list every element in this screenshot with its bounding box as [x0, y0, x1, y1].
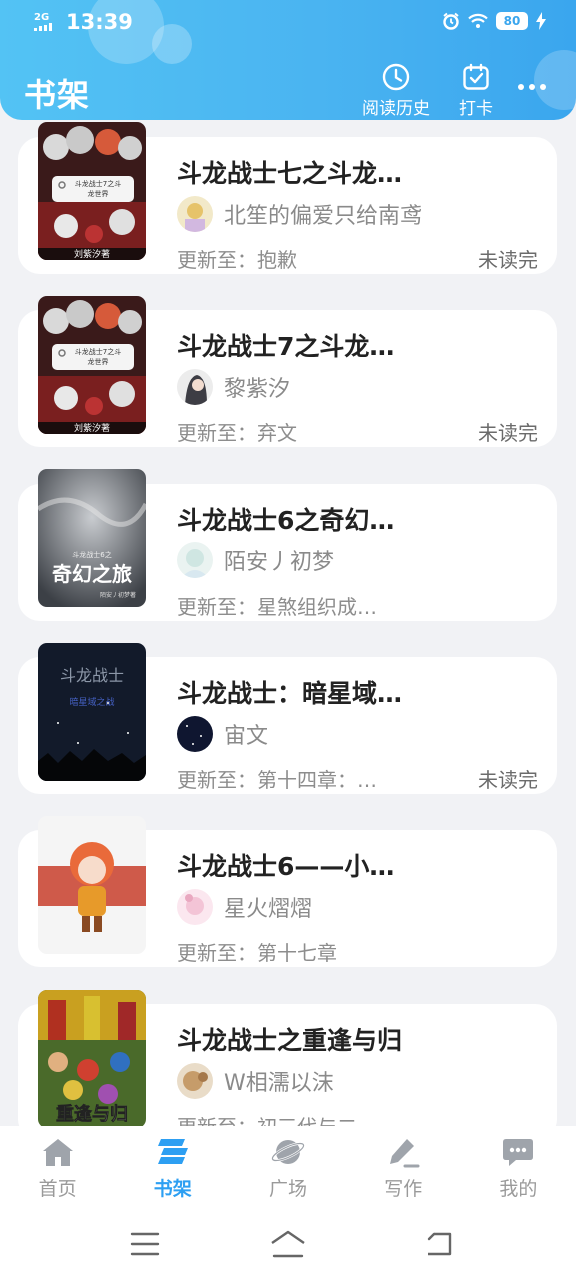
- author-name: 星火熠熠: [224, 897, 313, 922]
- book-cover[interactable]: 重逢与归: [38, 990, 146, 1126]
- svg-text:斗龙战士7之斗: 斗龙战士7之斗: [75, 179, 121, 188]
- tab-bookshelf[interactable]: 书架: [115, 1126, 230, 1208]
- author-avatar: [177, 369, 213, 405]
- home-nav-icon[interactable]: [270, 1230, 306, 1258]
- tab-label: 广场: [269, 1178, 308, 1200]
- book-author[interactable]: 黎紫汐: [177, 369, 290, 405]
- system-nav-bar: [0, 1208, 576, 1280]
- update-status: 更新至：星煞组织成…: [177, 595, 377, 619]
- svg-text:重逢与归: 重逢与归: [56, 1103, 128, 1125]
- tab-mine[interactable]: 我的: [461, 1126, 576, 1208]
- author-name: 黎紫汐: [224, 377, 291, 402]
- wifi-icon: [468, 13, 488, 28]
- more-options-button[interactable]: [518, 84, 546, 90]
- update-status: 更新至：初三代与二…: [177, 1111, 377, 1126]
- unread-badge: 未读完: [478, 768, 538, 792]
- book-cover[interactable]: 斗龙战士7之斗 龙世界 刘紫汐著: [38, 296, 146, 434]
- svg-text:斗龙战士7之斗: 斗龙战士7之斗: [75, 347, 121, 356]
- author-name: 北笙的偏爱只给南鸢: [224, 204, 423, 229]
- svg-text:龙世界: 龙世界: [88, 189, 109, 198]
- author-name: 陌安丿初梦: [224, 550, 335, 575]
- battery-indicator: 80: [496, 12, 528, 30]
- svg-text:暗星域之战: 暗星域之战: [69, 696, 114, 708]
- update-status: 更新至：第十七章: [177, 941, 337, 965]
- page-title: 书架: [24, 76, 91, 114]
- svg-text:陌安丿初梦著: 陌安丿初梦著: [100, 591, 136, 599]
- book-cover[interactable]: [38, 816, 146, 954]
- network-type: 2G: [34, 12, 50, 23]
- alarm-icon: [443, 12, 459, 30]
- menu-icon[interactable]: [130, 1230, 160, 1258]
- author-avatar: [177, 196, 213, 232]
- update-status: 更新至：抱歉: [177, 248, 297, 272]
- author-avatar: [177, 542, 213, 578]
- bottom-tab-bar: 首页 书架 广场 写作 我的: [0, 1126, 576, 1208]
- home-icon: [42, 1139, 73, 1166]
- author-avatar: [177, 1063, 213, 1099]
- reading-history-label: 阅读历史: [362, 99, 430, 119]
- pen-icon: [390, 1139, 420, 1168]
- reading-history-button[interactable]: 阅读历史: [360, 62, 432, 119]
- author-name: 宙文: [224, 724, 269, 749]
- unread-badge: 未读完: [478, 248, 538, 272]
- author-avatar: [177, 716, 213, 752]
- book-title[interactable]: 斗龙战士6之奇幻…: [177, 501, 394, 537]
- update-status: 更新至：弃文: [177, 421, 297, 445]
- svg-text:奇幻之旅: 奇幻之旅: [52, 562, 132, 586]
- bookshelf-icon: [157, 1139, 188, 1164]
- checkin-label: 打卡: [459, 99, 493, 119]
- status-bar: 2G 13:39 80: [0, 0, 576, 44]
- book-cover[interactable]: 斗龙战士6之 奇幻之旅 陌安丿初梦著: [38, 469, 146, 607]
- chat-bubble-icon: [503, 1139, 534, 1166]
- book-title[interactable]: 斗龙战士七之斗龙…: [177, 154, 402, 190]
- svg-text:斗龙战士: 斗龙战士: [60, 666, 124, 685]
- svg-text:斗龙战士6之: 斗龙战士6之: [72, 550, 111, 559]
- checkin-button[interactable]: 打卡: [454, 62, 498, 119]
- author-avatar: [177, 889, 213, 925]
- signal-icon: [34, 23, 58, 31]
- back-icon[interactable]: [424, 1230, 454, 1258]
- book-title[interactable]: 斗龙战士之重逢与归: [177, 1021, 402, 1057]
- charging-icon: [536, 12, 546, 30]
- clock: 13:39: [66, 10, 133, 34]
- decor-bubble: [534, 50, 576, 110]
- planet-icon: [271, 1140, 305, 1164]
- tab-square[interactable]: 广场: [230, 1126, 345, 1208]
- app-header: 2G 13:39 80 书架 阅读历史 打卡: [0, 0, 576, 120]
- book-title[interactable]: 斗龙战士：暗星域…: [177, 674, 402, 710]
- tab-label: 我的: [499, 1178, 538, 1200]
- tab-write[interactable]: 写作: [346, 1126, 461, 1208]
- book-author[interactable]: 北笙的偏爱只给南鸢: [177, 196, 422, 232]
- author-name: W相濡以沫: [224, 1071, 334, 1096]
- tab-label: 首页: [38, 1178, 77, 1200]
- book-cover[interactable]: 斗龙战士7之斗 龙世界 刘紫汐著: [38, 122, 146, 260]
- tab-home[interactable]: 首页: [0, 1126, 115, 1208]
- book-author[interactable]: 陌安丿初梦: [177, 542, 334, 578]
- svg-text:龙世界: 龙世界: [88, 357, 109, 366]
- svg-text:刘紫汐著: 刘紫汐著: [74, 248, 110, 260]
- book-author[interactable]: 星火熠熠: [177, 889, 312, 925]
- book-title[interactable]: 斗龙战士6——小…: [177, 847, 394, 883]
- book-title[interactable]: 斗龙战士7之斗龙…: [177, 327, 394, 363]
- svg-text:刘紫汐著: 刘紫汐著: [74, 422, 110, 434]
- book-author[interactable]: 宙文: [177, 716, 268, 752]
- book-author[interactable]: W相濡以沫: [177, 1063, 334, 1099]
- unread-badge: 未读完: [478, 421, 538, 445]
- clock-icon: [382, 63, 410, 91]
- calendar-check-icon: [463, 63, 489, 90]
- tab-label: 写作: [384, 1178, 423, 1200]
- book-cover[interactable]: 斗龙战士 暗星域之战: [38, 643, 146, 781]
- bookshelf-list[interactable]: 斗龙战士7之斗 龙世界 刘紫汐著 斗龙战士七之斗龙… 北笙的偏爱只给南鸢 更新至…: [0, 120, 576, 1126]
- tab-label: 书架: [153, 1178, 192, 1200]
- update-status: 更新至：第十四章：…: [177, 768, 377, 792]
